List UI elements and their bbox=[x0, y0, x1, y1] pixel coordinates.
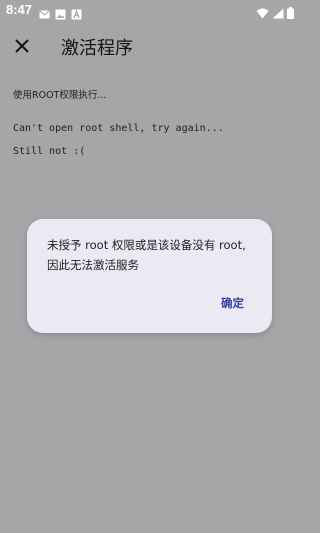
page-title: 激活程序 bbox=[61, 38, 133, 59]
app-bar: 激活程序 bbox=[0, 22, 300, 72]
close-button[interactable] bbox=[10, 35, 34, 59]
dialog-message: 未授予 root 权限或是该设备没有 root, 因此无法激活服务 bbox=[47, 238, 246, 272]
status-time: 8:47 bbox=[6, 2, 33, 17]
status-bar: 8:47 bbox=[0, 0, 300, 22]
image-icon bbox=[55, 5, 66, 20]
alert-dialog: 未授予 root 权限或是该设备没有 root, 因此无法激活服务 确定 bbox=[27, 219, 272, 333]
battery-icon bbox=[287, 4, 294, 23]
mail-icon bbox=[39, 5, 50, 19]
close-icon bbox=[15, 38, 29, 57]
log-line: Still not :( bbox=[13, 146, 86, 157]
log-line: Can't open root shell, try again... bbox=[13, 123, 224, 134]
signal-icon bbox=[272, 4, 284, 23]
wifi-icon bbox=[256, 4, 269, 23]
ok-button[interactable]: 确定 bbox=[215, 291, 250, 315]
execution-status-text: 使用ROOT权限执行... bbox=[13, 90, 107, 101]
a-icon bbox=[71, 5, 82, 20]
